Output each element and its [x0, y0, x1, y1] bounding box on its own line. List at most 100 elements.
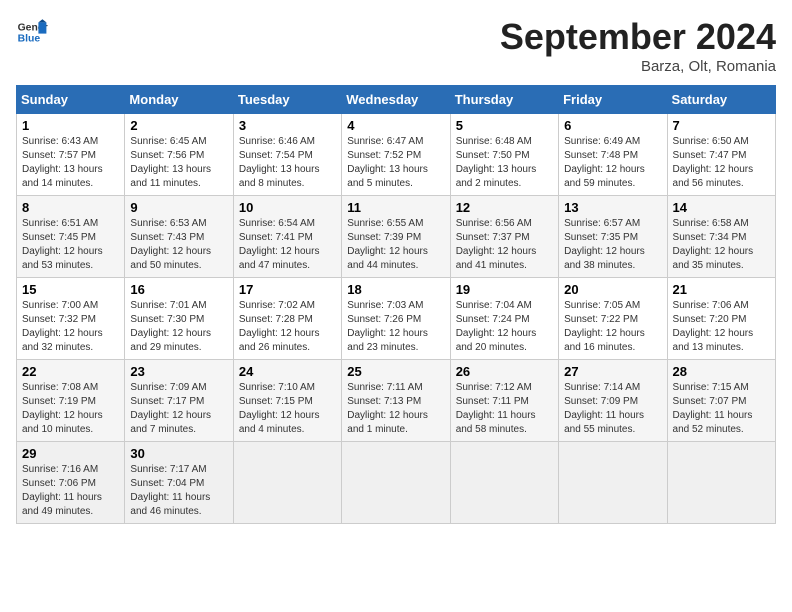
day-number: 16 [130, 282, 227, 297]
calendar-cell: 19 Sunrise: 7:04 AM Sunset: 7:24 PM Dayli… [450, 278, 558, 360]
day-info: Sunrise: 7:00 AM Sunset: 7:32 PM Dayligh… [22, 299, 119, 355]
day-info: Sunrise: 7:08 AM Sunset: 7:19 PM Dayligh… [22, 381, 119, 437]
calendar-cell: 24 Sunrise: 7:10 AM Sunset: 7:15 PM Dayli… [233, 360, 341, 442]
calendar-week-row: 15 Sunrise: 7:00 AM Sunset: 7:32 PM Dayli… [17, 278, 776, 360]
calendar-cell: 11 Sunrise: 6:55 AM Sunset: 7:39 PM Dayli… [342, 196, 450, 278]
day-number: 23 [130, 364, 227, 379]
day-info: Sunrise: 6:54 AM Sunset: 7:41 PM Dayligh… [239, 217, 336, 273]
day-number: 20 [564, 282, 661, 297]
day-info: Sunrise: 7:11 AM Sunset: 7:13 PM Dayligh… [347, 381, 444, 437]
calendar-cell [559, 442, 667, 524]
day-number: 11 [347, 200, 444, 215]
day-info: Sunrise: 6:57 AM Sunset: 7:35 PM Dayligh… [564, 217, 661, 273]
calendar-cell: 9 Sunrise: 6:53 AM Sunset: 7:43 PM Daylig… [125, 196, 233, 278]
page-header: General Blue General Blue September 2024… [16, 16, 776, 75]
calendar-cell: 13Sunrise: 6:57 AM Sunset: 7:35 PM Dayli… [559, 196, 667, 278]
svg-text:Blue: Blue [18, 34, 41, 45]
calendar-cell: 4 Sunrise: 6:47 AM Sunset: 7:52 PM Daylig… [342, 114, 450, 196]
logo-icon: General Blue [16, 16, 48, 48]
day-info: Sunrise: 6:47 AM Sunset: 7:52 PM Dayligh… [347, 135, 444, 191]
day-info: Sunrise: 7:04 AM Sunset: 7:24 PM Dayligh… [456, 299, 553, 355]
calendar-cell: 3 Sunrise: 6:46 AM Sunset: 7:54 PM Daylig… [233, 114, 341, 196]
calendar-cell [233, 442, 341, 524]
calendar-cell: 5Sunrise: 6:48 AM Sunset: 7:50 PM Daylig… [450, 114, 558, 196]
day-number: 15 [22, 282, 119, 297]
day-info: Sunrise: 6:46 AM Sunset: 7:54 PM Dayligh… [239, 135, 336, 191]
day-number: 2 [130, 118, 227, 133]
weekday-header-wednesday: Wednesday [342, 86, 450, 114]
day-info: Sunrise: 7:09 AM Sunset: 7:17 PM Dayligh… [130, 381, 227, 437]
day-info: Sunrise: 7:14 AM Sunset: 7:09 PM Dayligh… [564, 381, 661, 437]
month-title: September 2024 [500, 16, 776, 58]
weekday-header-saturday: Saturday [667, 86, 775, 114]
day-number: 22 [22, 364, 119, 379]
day-number: 17 [239, 282, 336, 297]
day-number: 12 [456, 200, 553, 215]
logo: General Blue General Blue [16, 16, 48, 48]
day-info: Sunrise: 7:15 AM Sunset: 7:07 PM Dayligh… [673, 381, 770, 437]
day-info: Sunrise: 7:10 AM Sunset: 7:15 PM Dayligh… [239, 381, 336, 437]
day-info: Sunrise: 7:01 AM Sunset: 7:30 PM Dayligh… [130, 299, 227, 355]
calendar-cell: 26 Sunrise: 7:12 AM Sunset: 7:11 PM Dayli… [450, 360, 558, 442]
day-number: 28 [673, 364, 770, 379]
day-info: Sunrise: 7:03 AM Sunset: 7:26 PM Dayligh… [347, 299, 444, 355]
day-info: Sunrise: 6:45 AM Sunset: 7:56 PM Dayligh… [130, 135, 227, 191]
day-info: Sunrise: 6:51 AM Sunset: 7:45 PM Dayligh… [22, 217, 119, 273]
calendar-cell: 10Sunrise: 6:54 AM Sunset: 7:41 PM Dayli… [233, 196, 341, 278]
calendar-cell: 14 Sunrise: 6:58 AM Sunset: 7:34 PM Dayli… [667, 196, 775, 278]
calendar-cell: 8Sunrise: 6:51 AM Sunset: 7:45 PM Daylig… [17, 196, 125, 278]
calendar-cell: 27 Sunrise: 7:14 AM Sunset: 7:09 PM Dayli… [559, 360, 667, 442]
calendar-week-row: 8Sunrise: 6:51 AM Sunset: 7:45 PM Daylig… [17, 196, 776, 278]
calendar-cell: 18Sunrise: 7:03 AM Sunset: 7:26 PM Dayli… [342, 278, 450, 360]
calendar-cell: 29 Sunrise: 7:16 AM Sunset: 7:06 PM Dayli… [17, 442, 125, 524]
day-number: 3 [239, 118, 336, 133]
day-number: 25 [347, 364, 444, 379]
weekday-header-tuesday: Tuesday [233, 86, 341, 114]
calendar-cell: 6Sunrise: 6:49 AM Sunset: 7:48 PM Daylig… [559, 114, 667, 196]
day-number: 1 [22, 118, 119, 133]
day-number: 21 [673, 282, 770, 297]
day-number: 27 [564, 364, 661, 379]
day-info: Sunrise: 7:12 AM Sunset: 7:11 PM Dayligh… [456, 381, 553, 437]
day-number: 29 [22, 446, 119, 461]
day-info: Sunrise: 7:02 AM Sunset: 7:28 PM Dayligh… [239, 299, 336, 355]
calendar-cell: 20 Sunrise: 7:05 AM Sunset: 7:22 PM Dayli… [559, 278, 667, 360]
calendar-table: SundayMondayTuesdayWednesdayThursdayFrid… [16, 85, 776, 524]
day-number: 9 [130, 200, 227, 215]
location: Barza, Olt, Romania [500, 58, 776, 75]
calendar-week-row: 1 Sunrise: 6:43 AM Sunset: 7:57 PM Daylig… [17, 114, 776, 196]
calendar-cell: 7 Sunrise: 6:50 AM Sunset: 7:47 PM Daylig… [667, 114, 775, 196]
calendar-cell: 21 Sunrise: 7:06 AM Sunset: 7:20 PM Dayli… [667, 278, 775, 360]
weekday-header-friday: Friday [559, 86, 667, 114]
day-number: 7 [673, 118, 770, 133]
day-number: 24 [239, 364, 336, 379]
day-info: Sunrise: 6:56 AM Sunset: 7:37 PM Dayligh… [456, 217, 553, 273]
day-info: Sunrise: 6:50 AM Sunset: 7:47 PM Dayligh… [673, 135, 770, 191]
weekday-header-thursday: Thursday [450, 86, 558, 114]
calendar-week-row: 29 Sunrise: 7:16 AM Sunset: 7:06 PM Dayli… [17, 442, 776, 524]
day-info: Sunrise: 6:53 AM Sunset: 7:43 PM Dayligh… [130, 217, 227, 273]
calendar-cell: 23 Sunrise: 7:09 AM Sunset: 7:17 PM Dayli… [125, 360, 233, 442]
day-info: Sunrise: 6:55 AM Sunset: 7:39 PM Dayligh… [347, 217, 444, 273]
calendar-cell: 30Sunrise: 7:17 AM Sunset: 7:04 PM Dayli… [125, 442, 233, 524]
calendar-header-row: SundayMondayTuesdayWednesdayThursdayFrid… [17, 86, 776, 114]
day-number: 19 [456, 282, 553, 297]
day-info: Sunrise: 7:17 AM Sunset: 7:04 PM Dayligh… [130, 463, 227, 519]
calendar-cell: 16 Sunrise: 7:01 AM Sunset: 7:30 PM Dayli… [125, 278, 233, 360]
day-number: 14 [673, 200, 770, 215]
day-info: Sunrise: 7:05 AM Sunset: 7:22 PM Dayligh… [564, 299, 661, 355]
title-block: September 2024 Barza, Olt, Romania [500, 16, 776, 75]
calendar-cell: 22 Sunrise: 7:08 AM Sunset: 7:19 PM Dayli… [17, 360, 125, 442]
calendar-week-row: 22 Sunrise: 7:08 AM Sunset: 7:19 PM Dayli… [17, 360, 776, 442]
day-info: Sunrise: 6:43 AM Sunset: 7:57 PM Dayligh… [22, 135, 119, 191]
calendar-cell: 15 Sunrise: 7:00 AM Sunset: 7:32 PM Dayli… [17, 278, 125, 360]
calendar-cell: 28 Sunrise: 7:15 AM Sunset: 7:07 PM Dayli… [667, 360, 775, 442]
day-number: 4 [347, 118, 444, 133]
day-info: Sunrise: 7:06 AM Sunset: 7:20 PM Dayligh… [673, 299, 770, 355]
calendar-cell [342, 442, 450, 524]
weekday-header-monday: Monday [125, 86, 233, 114]
day-info: Sunrise: 7:16 AM Sunset: 7:06 PM Dayligh… [22, 463, 119, 519]
day-info: Sunrise: 6:58 AM Sunset: 7:34 PM Dayligh… [673, 217, 770, 273]
day-number: 26 [456, 364, 553, 379]
calendar-cell: 1 Sunrise: 6:43 AM Sunset: 7:57 PM Daylig… [17, 114, 125, 196]
